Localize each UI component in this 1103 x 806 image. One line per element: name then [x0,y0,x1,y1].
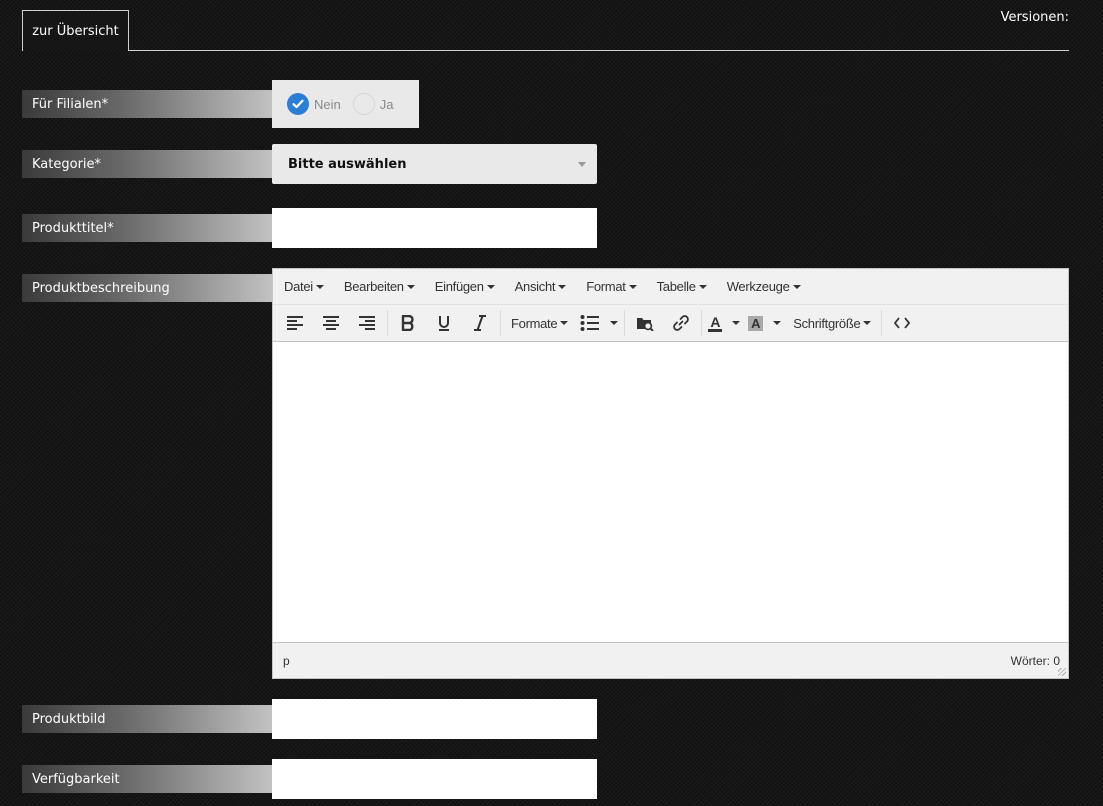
radio-ja[interactable] [352,93,375,115]
top-bar: zur Übersicht Versionen: [22,0,1069,51]
word-count: Wörter: 0 [1010,653,1060,668]
caret-down-icon [486,284,495,289]
element-path[interactable]: p [283,654,290,668]
italic-icon [474,315,486,331]
rich-text-editor: Datei Bearbeiten Einfügen Ansicht Format… [272,268,1069,679]
menu-format[interactable]: Format [579,279,643,294]
text-color-icon: A [708,313,723,332]
menu-ansicht-label: Ansicht [514,279,556,294]
caret-down-icon [773,321,782,325]
link-button[interactable] [663,308,699,338]
background-color-button[interactable]: A [744,308,785,338]
caret-down-icon [560,321,569,325]
menu-einfuegen[interactable]: Einfügen [428,279,502,294]
bold-icon [401,315,414,331]
menu-werkzeuge-label: Werkzeuge [726,279,790,294]
fontsize-label: Schriftgröße [793,315,861,331]
caret-down-icon [406,284,415,289]
menu-tabelle[interactable]: Tabelle [650,279,714,294]
align-left-icon [287,316,303,330]
menu-tabelle-label: Tabelle [656,279,696,294]
caret-down-icon [315,284,324,289]
menu-bearbeiten[interactable]: Bearbeiten [337,279,422,294]
toolbar-separator [387,310,388,336]
caret-down-icon [558,284,567,289]
align-center-icon [323,316,339,330]
menu-format-label: Format [586,279,626,294]
link-icon [673,315,690,331]
editor-statusbar: p Wörter: 0 [273,642,1068,678]
verfuegbarkeit-input[interactable] [272,759,597,799]
underline-icon [439,316,449,331]
caret-down-icon [610,321,619,325]
radio-nein[interactable] [287,93,309,115]
caret-down-icon [863,321,872,325]
label-verfuegbarkeit: Verfügbarkeit [22,765,272,793]
bold-button[interactable] [390,308,426,338]
text-color-button[interactable]: A [704,308,744,338]
kategorie-select-value: Bitte auswählen [288,156,407,172]
versions-label: Versionen: [1000,10,1069,25]
menu-datei[interactable]: Datei [277,279,331,294]
resize-handle-icon[interactable] [1058,668,1066,676]
fontsize-dropdown[interactable]: Schriftgröße [785,308,879,338]
menu-datei-label: Datei [284,279,313,294]
produktbild-input[interactable] [272,699,597,739]
code-button[interactable] [884,308,920,338]
caret-down-icon [628,284,637,289]
back-to-overview-button[interactable]: zur Übersicht [22,10,129,51]
bullet-list-icon [580,315,600,331]
toolbar-separator [701,310,703,336]
radio-ja-label[interactable]: Ja [380,97,394,112]
formats-dropdown[interactable]: Formate [503,308,576,338]
caret-down-icon [732,321,741,325]
editor-toolbar: Formate A A Schriftgröße [273,305,1068,342]
toolbar-separator [881,310,883,336]
underline-button[interactable] [426,308,462,338]
filialen-radio-group: Nein Ja [272,80,419,128]
media-icon [637,318,655,331]
background-color-icon: A [748,315,764,331]
radio-nein-label[interactable]: Nein [314,97,341,112]
align-right-button[interactable] [349,308,385,338]
menu-bearbeiten-label: Bearbeiten [343,279,404,294]
caret-down-icon [792,284,801,289]
align-right-icon [359,316,375,330]
editor-menubar: Datei Bearbeiten Einfügen Ansicht Format… [273,269,1068,305]
menu-ansicht[interactable]: Ansicht [508,279,574,294]
check-icon [292,99,304,109]
bullet-list-button[interactable] [576,308,622,338]
italic-button[interactable] [462,308,498,338]
toolbar-separator [500,310,501,336]
code-icon [894,317,911,329]
formats-label: Formate [511,315,558,331]
kategorie-select[interactable]: Bitte auswählen [272,144,597,184]
align-left-button[interactable] [277,308,313,338]
produkttitel-input[interactable] [272,208,597,248]
toolbar-separator [624,310,626,336]
chevron-down-icon [578,162,586,167]
label-produktbild: Produktbild [22,705,272,733]
caret-down-icon [698,284,707,289]
label-kategorie: Kategorie* [22,150,272,178]
label-produktbeschreibung: Produktbeschreibung [22,274,272,302]
menu-werkzeuge[interactable]: Werkzeuge [720,279,808,294]
editor-content-area[interactable] [273,342,1068,642]
menu-einfuegen-label: Einfügen [434,279,484,294]
label-filialen: Für Filialen* [22,90,272,118]
align-center-button[interactable] [313,308,349,338]
label-produkttitel: Produkttitel* [22,214,272,242]
media-button[interactable] [627,308,663,338]
